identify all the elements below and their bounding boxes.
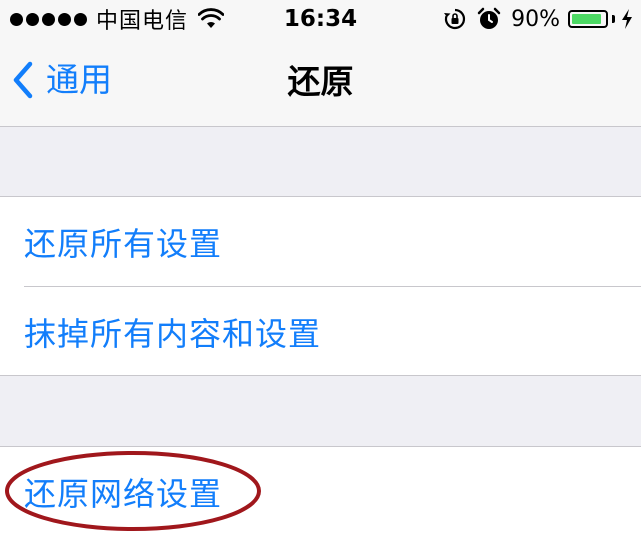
cell-label: 还原网络设置 — [24, 474, 223, 513]
reset-all-settings-cell[interactable]: 还原所有设置 — [0, 197, 641, 286]
battery-icon — [568, 10, 608, 28]
reset-settings-screen: 中国电信 16:34 90% 通用 还原 还原所有设置 抹掉所有内容和设置 还原… — [0, 0, 641, 539]
rotation-lock-icon — [444, 8, 466, 30]
battery-percent: 90% — [511, 6, 560, 32]
charging-bolt-icon — [622, 9, 632, 29]
cell-label: 还原所有设置 — [24, 224, 223, 263]
page-title: 还原 — [287, 62, 354, 101]
reset-options-group: 还原所有设置 抹掉所有内容和设置 — [0, 196, 641, 376]
network-reset-group: 还原网络设置 — [0, 446, 641, 539]
reset-network-settings-cell[interactable]: 还原网络设置 — [0, 447, 641, 536]
erase-all-content-cell[interactable]: 抹掉所有内容和设置 — [0, 287, 641, 376]
cell-label: 抹掉所有内容和设置 — [24, 314, 322, 353]
status-bar: 中国电信 16:34 90% — [0, 0, 641, 38]
alarm-icon — [477, 7, 501, 29]
battery-tip — [612, 15, 615, 23]
status-right: 90% — [443, 5, 633, 33]
navigation-bar: 通用 还原 — [0, 38, 641, 127]
battery-fill — [572, 14, 601, 24]
